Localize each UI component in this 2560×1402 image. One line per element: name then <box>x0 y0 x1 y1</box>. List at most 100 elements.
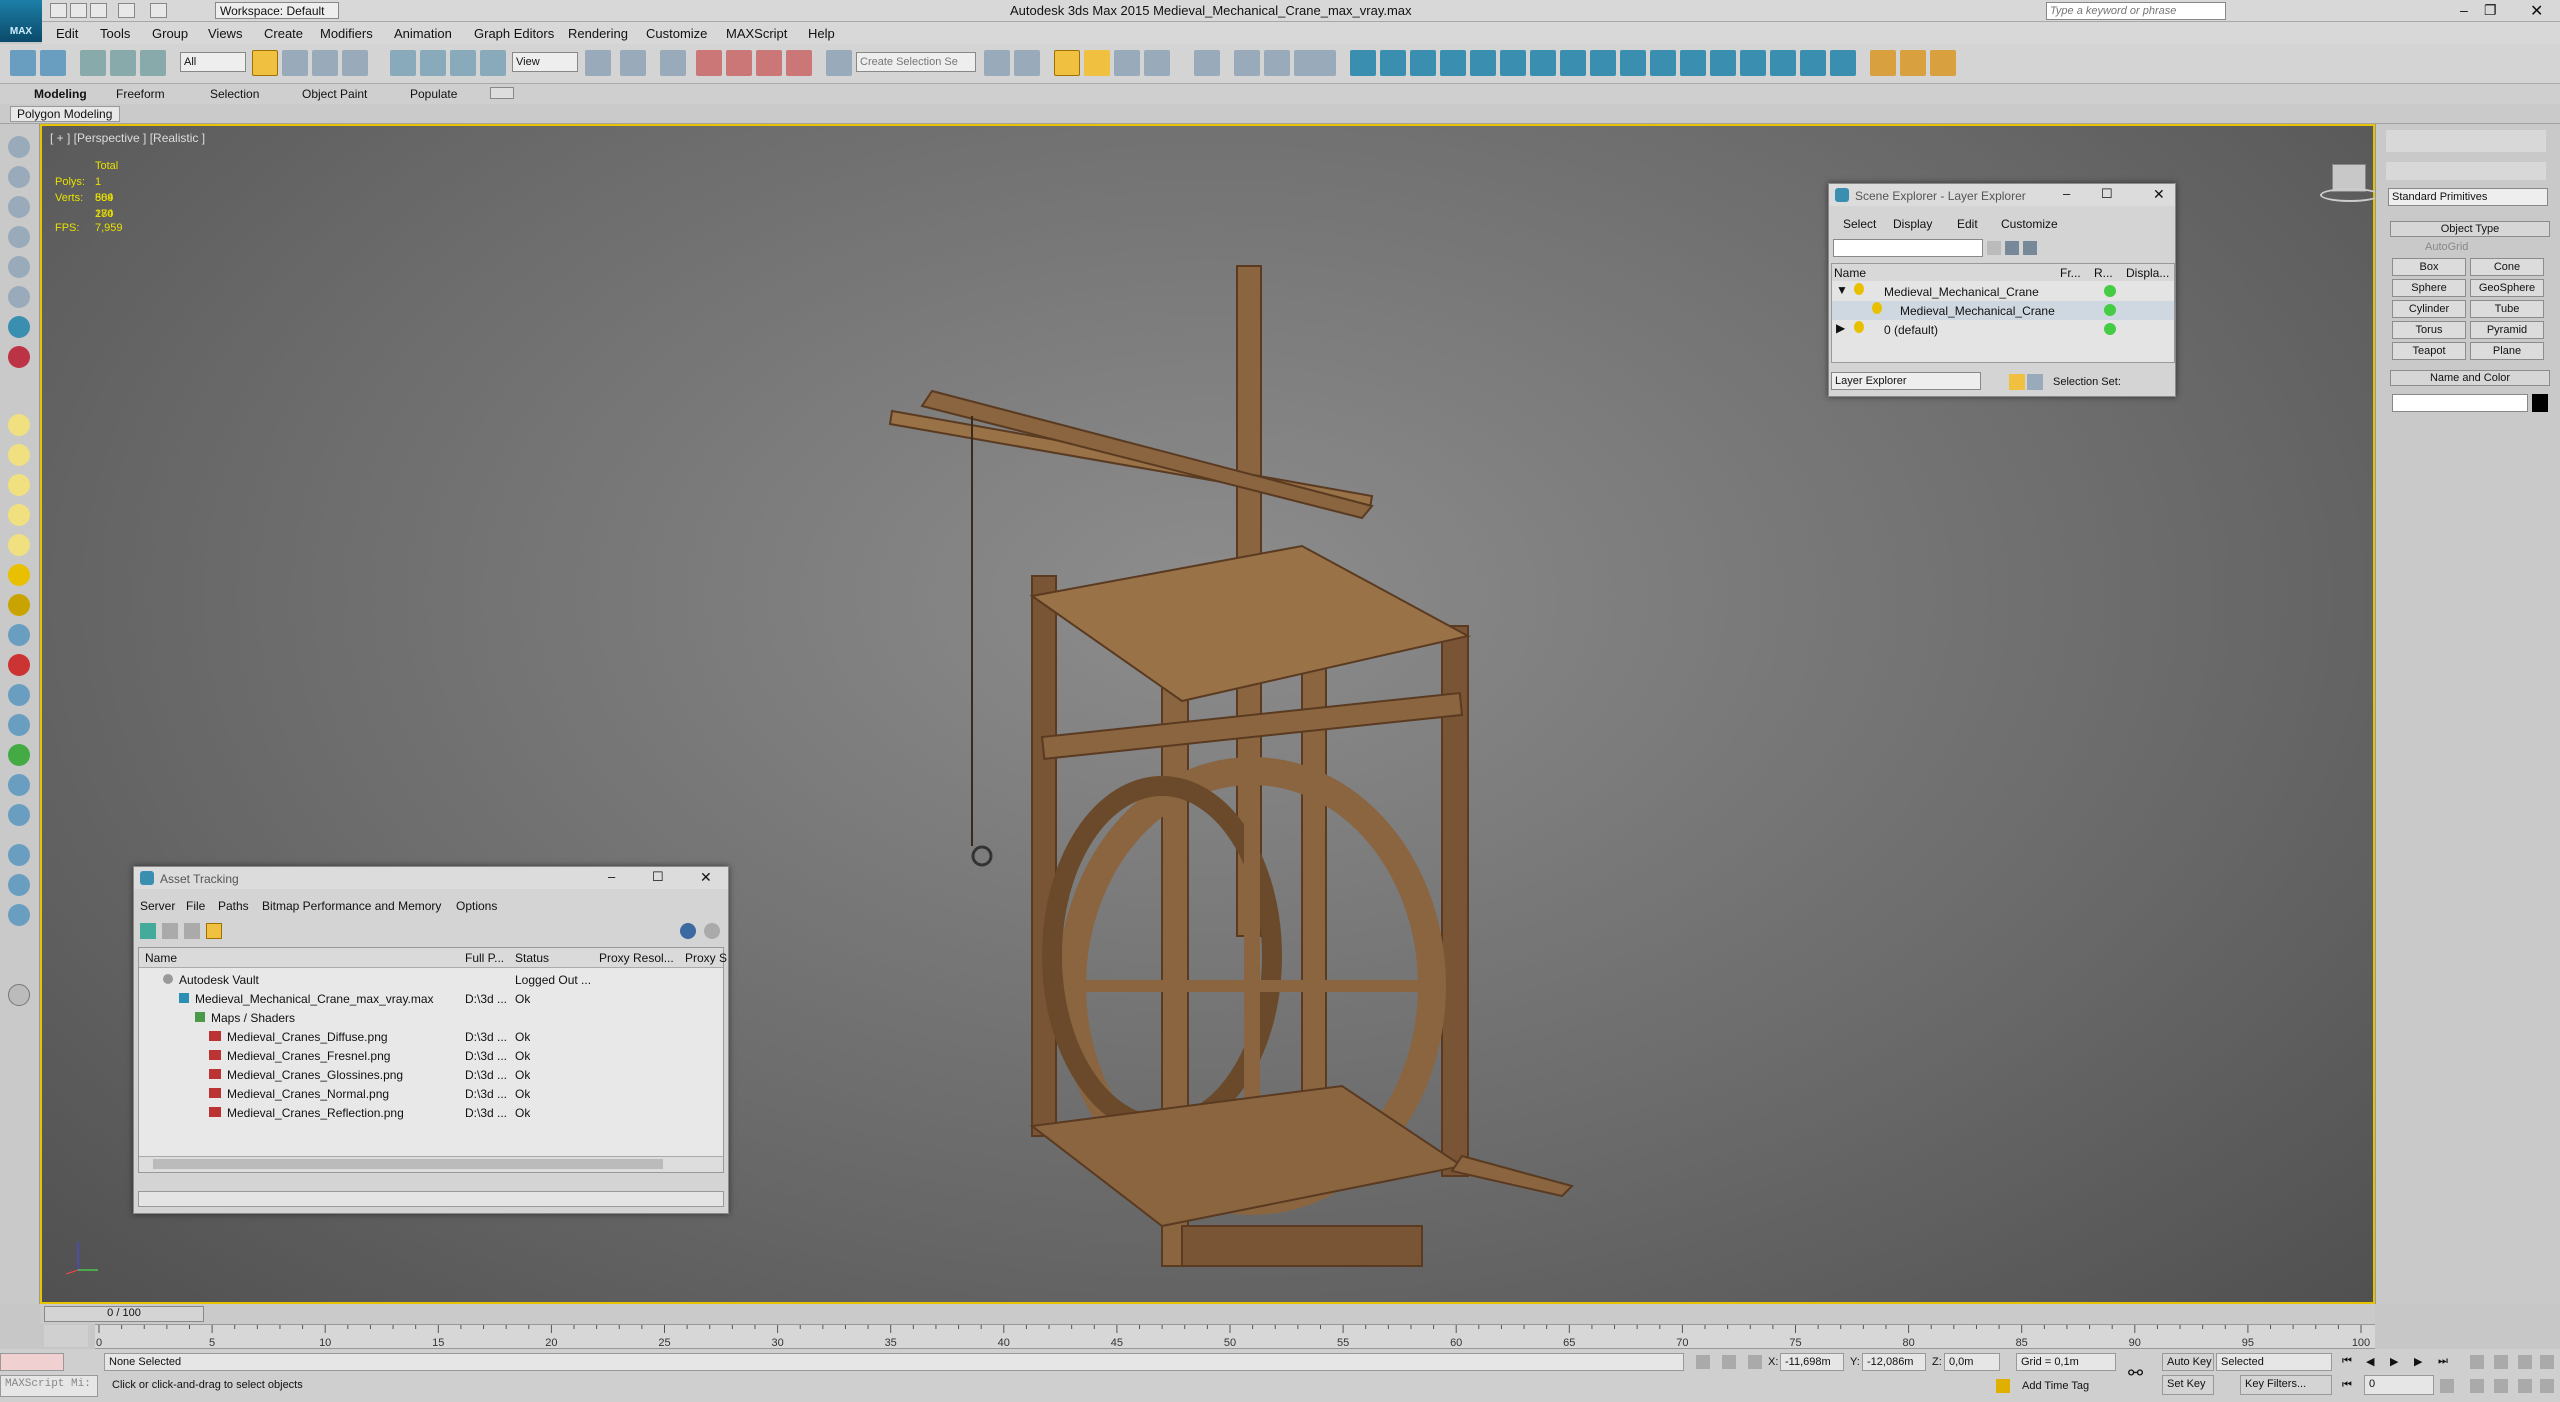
next-frame-icon[interactable]: ▶ <box>2414 1355 2422 1368</box>
bind-spacewarp-icon[interactable] <box>140 50 166 76</box>
help-tool-icon[interactable] <box>8 984 30 1006</box>
se-col-render[interactable]: R... <box>2094 266 2113 280</box>
se-expand-icon[interactable]: ▶ <box>1836 321 1845 335</box>
select-by-name-icon[interactable] <box>282 50 308 76</box>
schematic-view-icon[interactable] <box>1194 50 1220 76</box>
system-icon[interactable] <box>8 714 30 736</box>
align-icon[interactable] <box>1014 50 1040 76</box>
se-render-icon[interactable] <box>2104 304 2116 316</box>
se-lightbulb-icon[interactable] <box>1854 283 1864 295</box>
se-default-layer-row[interactable]: ▶ 0 (default) <box>1832 320 2174 339</box>
display-panel-icon[interactable] <box>8 256 30 278</box>
menu-rendering[interactable]: Rendering <box>568 26 628 41</box>
foliage-icon[interactable] <box>8 744 30 766</box>
lock-selection-icon[interactable] <box>1696 1355 1710 1369</box>
table-row[interactable]: Autodesk Vault Logged Out ... <box>139 970 723 989</box>
vray-toolbar-icon-2[interactable] <box>1380 50 1406 76</box>
menu-help[interactable]: Help <box>808 26 835 41</box>
scale-icon[interactable] <box>450 50 476 76</box>
vray-light-icon[interactable] <box>1410 50 1436 76</box>
zoom-icon[interactable] <box>2470 1355 2484 1369</box>
geosphere-button[interactable]: GeoSphere <box>2470 279 2544 297</box>
sphere-shape-icon[interactable] <box>8 474 30 496</box>
move-icon[interactable] <box>390 50 416 76</box>
table-row[interactable]: Medieval_Cranes_Normal.png D:\3d ... Ok <box>139 1084 723 1103</box>
at-menu-options[interactable]: Options <box>456 899 497 913</box>
sphere-tool-icon[interactable] <box>8 844 30 866</box>
helper-icon[interactable] <box>8 624 30 646</box>
select-object-icon[interactable] <box>252 50 278 76</box>
orbit-icon[interactable] <box>2518 1379 2532 1393</box>
undo-icon[interactable] <box>118 3 135 18</box>
name-and-color-rollout[interactable]: Name and Color <box>2390 370 2550 386</box>
spacewarp-icon[interactable] <box>8 684 30 706</box>
rect-selection-icon[interactable] <box>312 50 338 76</box>
scene-explorer-maximize-icon[interactable]: ☐ <box>2101 186 2113 202</box>
redo-icon[interactable] <box>150 3 167 18</box>
menu-animation[interactable]: Animation <box>394 26 452 41</box>
se-layer-row[interactable]: ▼ Medieval_Mechanical_Crane <box>1832 282 2174 301</box>
key-filters-button[interactable]: Key Filters... <box>2240 1375 2332 1395</box>
object-color-swatch[interactable] <box>2532 394 2548 412</box>
scene-explorer-close-icon[interactable]: ✕ <box>2153 186 2165 203</box>
light-icon[interactable] <box>8 564 30 586</box>
edit-named-selection-icon[interactable] <box>826 50 852 76</box>
object-name-input[interactable] <box>2392 394 2528 412</box>
modify-panel-icon[interactable] <box>8 166 30 188</box>
primitive-type-dropdown[interactable]: Standard Primitives <box>2388 188 2548 206</box>
plugin-icon-1[interactable] <box>1870 50 1896 76</box>
table-row[interactable]: Maps / Shaders <box>139 1008 723 1027</box>
vray-framebuffer-icon[interactable] <box>1620 50 1646 76</box>
set-key-button[interactable]: Set Key <box>2162 1375 2214 1395</box>
tube-button[interactable]: Tube <box>2470 300 2544 318</box>
select-manipulate-icon[interactable] <box>620 50 646 76</box>
polygon-modeling-panel[interactable]: Polygon Modeling <box>10 106 120 122</box>
plugin-icon-3[interactable] <box>1930 50 1956 76</box>
place-icon[interactable] <box>480 50 506 76</box>
at-help-icon[interactable] <box>704 923 720 939</box>
restore-icon[interactable]: ❐ <box>2484 2 2497 19</box>
tab-populate[interactable]: Populate <box>410 87 457 101</box>
goto-start-icon[interactable]: ⏮ <box>2342 1355 2352 1368</box>
at-col-name[interactable]: Name <box>145 951 177 965</box>
paint-tool-icon[interactable] <box>8 904 30 926</box>
at-tree-icon[interactable] <box>206 923 222 939</box>
object-type-rollout[interactable]: Object Type <box>2390 221 2550 237</box>
table-row[interactable]: Medieval_Mechanical_Crane_max_vray.max D… <box>139 989 723 1008</box>
at-refresh-icon[interactable] <box>140 923 156 939</box>
scene-explorer-minimize-icon[interactable]: – <box>2063 186 2070 201</box>
key-mode-icon[interactable]: ⏮ <box>2342 1379 2352 1392</box>
teapot-button[interactable]: Teapot <box>2392 342 2466 360</box>
se-default-layer-name[interactable]: 0 (default) <box>1884 323 1938 337</box>
previous-frame-icon[interactable]: ◀ <box>2366 1355 2374 1368</box>
goto-end-icon[interactable]: ⏭ <box>2438 1355 2448 1368</box>
menu-edit[interactable]: Edit <box>56 26 78 41</box>
box-shape-icon[interactable] <box>8 414 30 436</box>
menu-maxscript[interactable]: MAXScript <box>726 26 787 41</box>
at-col-path[interactable]: Full P... <box>465 951 504 965</box>
vray-left-icon-2[interactable] <box>8 346 30 368</box>
vray-toolbar-icon-3[interactable] <box>1830 50 1856 76</box>
render-production-icon[interactable] <box>1310 50 1336 76</box>
table-row[interactable]: Medieval_Cranes_Reflection.png D:\3d ...… <box>139 1103 723 1122</box>
help-search-input[interactable] <box>2046 2 2226 20</box>
at-menu-paths[interactable]: Paths <box>218 899 249 913</box>
curve-editor-icon[interactable] <box>1144 50 1170 76</box>
vray-sun-icon[interactable] <box>1440 50 1466 76</box>
at-list-icon[interactable] <box>162 923 178 939</box>
time-config-icon[interactable] <box>2440 1379 2454 1393</box>
auto-key-button[interactable]: Auto Key <box>2162 1353 2214 1371</box>
x-coordinate[interactable]: -11,698m <box>1780 1353 1844 1371</box>
se-menu-customize[interactable]: Customize <box>2001 217 2058 231</box>
vray-camera-icon[interactable] <box>1680 50 1706 76</box>
vray-dome-icon[interactable] <box>1470 50 1496 76</box>
zoom-extents-all-icon[interactable] <box>2540 1355 2554 1369</box>
close-icon[interactable]: ✕ <box>2530 1 2543 21</box>
play-icon[interactable]: ▶ <box>2390 1355 2398 1368</box>
menu-customize[interactable]: Customize <box>646 26 707 41</box>
vray-toolbar-icon-1[interactable] <box>1350 50 1376 76</box>
z-coordinate[interactable]: 0,0m <box>1944 1353 2000 1371</box>
ribbon-options-button[interactable] <box>490 87 514 99</box>
link-icon[interactable] <box>80 50 106 76</box>
table-row[interactable]: Medieval_Cranes_Fresnel.png D:\3d ... Ok <box>139 1046 723 1065</box>
